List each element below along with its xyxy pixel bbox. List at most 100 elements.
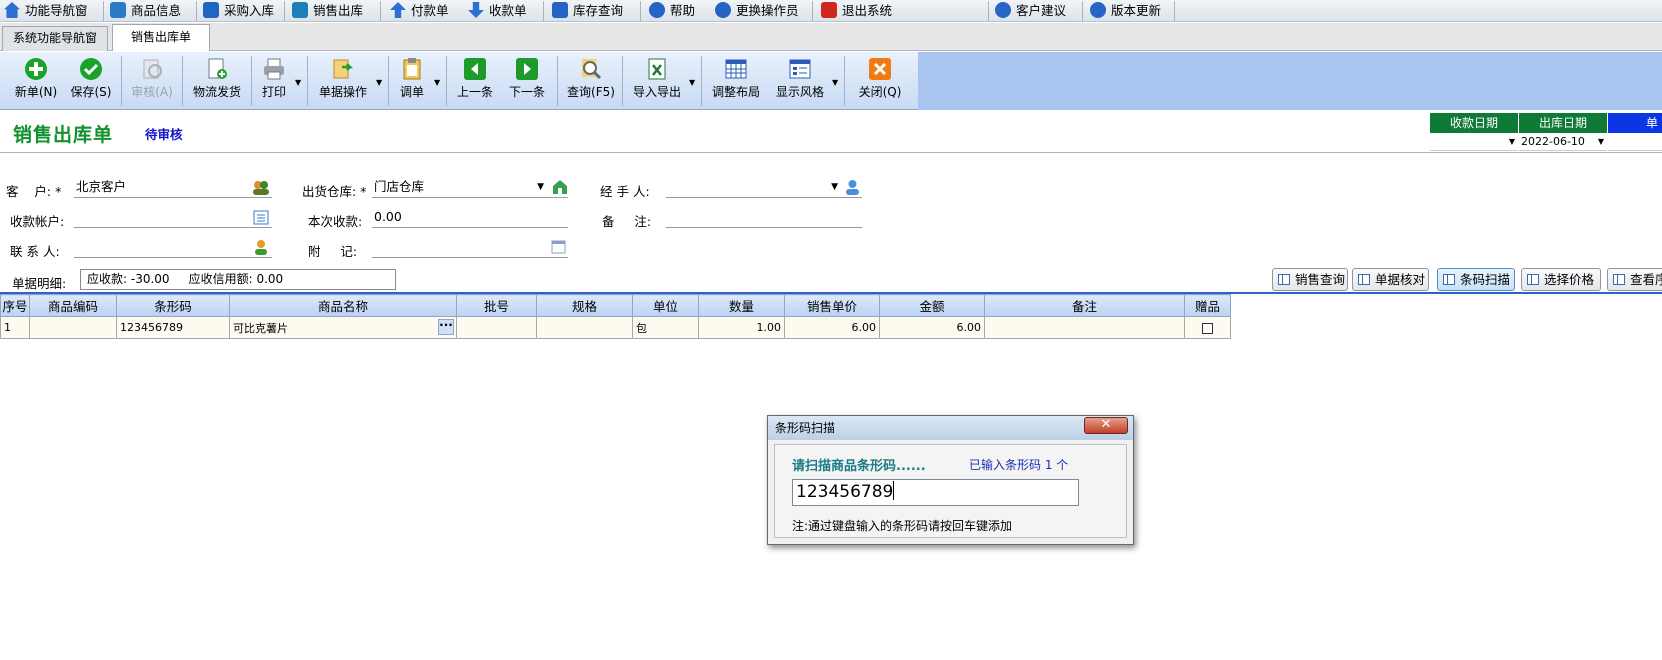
prev-button[interactable]: 上一条 [452, 54, 498, 108]
menu-product-info[interactable]: 商品信息 [110, 0, 181, 22]
cell-qty[interactable]: 1.00 [698, 316, 785, 339]
print-dropdown-arrow[interactable]: ▼ [295, 78, 301, 87]
next-button[interactable]: 下一条 [504, 54, 550, 108]
warehouse-field[interactable]: 门店仓库 ▼ [372, 178, 568, 198]
menu-separator [1082, 1, 1083, 21]
printer-icon [264, 58, 284, 80]
document-ops-button[interactable]: 单据操作 [312, 54, 374, 108]
table-row[interactable]: 1 123456789 可比克薯片 ··· 包 1.00 6.00 6.00 [0, 316, 1231, 339]
menu-suggestion[interactable]: 客户建议 [995, 0, 1066, 22]
scan-count: 已输入条形码 1 个 [969, 458, 1069, 472]
transfer-button[interactable]: 调单 [392, 54, 432, 108]
chevron-down-icon[interactable]: ▼ [537, 178, 544, 196]
barcode-scan-button[interactable]: 条码扫描 [1437, 268, 1515, 291]
remark-field[interactable] [666, 208, 862, 228]
logistics-button[interactable]: 物流发货 [186, 54, 248, 108]
chevron-down-icon[interactable]: ▼ [1509, 133, 1515, 151]
chevron-down-icon[interactable]: ▼ [831, 178, 838, 196]
calendar-icon[interactable] [551, 239, 566, 254]
tab-sales-out[interactable]: 销售出库单 [112, 24, 211, 51]
customer-field[interactable]: 北京客户 [74, 178, 272, 198]
cell-batch[interactable] [456, 316, 537, 339]
save-button[interactable]: 保存(S) [66, 54, 116, 108]
document-ops-dropdown-arrow[interactable]: ▼ [376, 78, 382, 87]
account-field[interactable] [74, 208, 272, 228]
column-header[interactable]: 销售单价 [784, 294, 880, 317]
menu-separator [380, 1, 381, 21]
menu-sales-out[interactable]: 销售出库 [292, 0, 363, 22]
column-header[interactable]: 序号 [0, 294, 30, 317]
layout-button[interactable]: 调整布局 [706, 54, 766, 108]
barcode-input[interactable]: 123456789 [792, 479, 1079, 506]
handler-field[interactable]: ▼ [666, 178, 862, 198]
cell-code[interactable] [29, 316, 117, 339]
column-header[interactable]: 规格 [536, 294, 633, 317]
grid-header-row: 序号 商品编码 条形码 商品名称 批号 规格 单位 数量 销售单价 金额 备注 … [0, 294, 1231, 317]
close-button[interactable]: 关闭(Q) [852, 54, 908, 108]
cell-price[interactable]: 6.00 [784, 316, 880, 339]
column-header[interactable]: 单位 [632, 294, 699, 317]
tab-system-nav[interactable]: 系统功能导航窗 [2, 26, 109, 51]
cell-seq[interactable]: 1 [0, 316, 30, 339]
display-style-dropdown-arrow[interactable]: ▼ [832, 78, 838, 87]
toolbar-separator [182, 56, 183, 106]
out-date-header: 出库日期 [1519, 113, 1607, 133]
cell-name[interactable]: 可比克薯片 ··· [229, 316, 457, 339]
transfer-dropdown-arrow[interactable]: ▼ [434, 78, 440, 87]
chevron-down-icon[interactable]: ▼ [1598, 133, 1604, 151]
note-field[interactable] [372, 238, 568, 258]
excel-icon [648, 58, 666, 80]
customer-lookup-icon[interactable] [252, 180, 270, 196]
menu-payment[interactable]: 付款单 [390, 0, 449, 22]
column-header[interactable]: 备注 [984, 294, 1185, 317]
doc-no-field[interactable] [1608, 133, 1662, 151]
view-serial-button[interactable]: 查看序 [1607, 268, 1662, 291]
contact-field[interactable] [74, 238, 272, 258]
payment-field[interactable]: 0.00 [372, 208, 568, 228]
menu-help[interactable]: 帮助 [649, 0, 695, 22]
receive-date-field[interactable]: ▼ [1430, 133, 1518, 151]
cell-spec[interactable] [536, 316, 633, 339]
import-export-dropdown-arrow[interactable]: ▼ [689, 78, 695, 87]
doc-check-button[interactable]: 单据核对 [1352, 268, 1429, 291]
menu-purchase-in[interactable]: 采购入库 [203, 0, 274, 22]
menu-exit[interactable]: 退出系统 [821, 0, 892, 22]
sales-query-button[interactable]: 销售查询 [1272, 268, 1348, 291]
barcode-scan-dialog: 条形码扫描 ✕ 请扫描商品条形码...... 已输入条形码 1 个 123456… [767, 415, 1134, 545]
dialog-close-button[interactable]: ✕ [1084, 417, 1128, 434]
menu-function-nav[interactable]: 功能导航窗 [4, 0, 88, 22]
new-button[interactable]: 新单(N) [8, 54, 64, 108]
column-header[interactable]: 商品名称 [229, 294, 457, 317]
column-header[interactable]: 赠品 [1184, 294, 1231, 317]
column-header[interactable]: 条形码 [116, 294, 230, 317]
warehouse-icon[interactable] [552, 179, 568, 195]
cell-remark[interactable] [984, 316, 1185, 339]
print-button[interactable]: 打印 [254, 54, 294, 108]
gift-checkbox[interactable] [1202, 322, 1213, 334]
detail-label: 单据明细: [12, 276, 67, 291]
menu-receipt[interactable]: 收款单 [468, 0, 527, 22]
display-style-button[interactable]: 显示风格 [770, 54, 830, 108]
menu-version-update[interactable]: 版本更新 [1090, 0, 1161, 22]
menu-stock-query[interactable]: 库存查询 [552, 0, 623, 22]
suggest-icon [995, 2, 1011, 18]
contact-icon[interactable] [253, 239, 269, 255]
column-header[interactable]: 金额 [879, 294, 985, 317]
cell-amount[interactable]: 6.00 [879, 316, 985, 339]
cell-barcode[interactable]: 123456789 [116, 316, 230, 339]
column-header[interactable]: 批号 [456, 294, 537, 317]
select-price-button[interactable]: 选择价格 [1521, 268, 1601, 291]
audit-button[interactable]: 审核(A) [124, 54, 180, 108]
menu-change-operator[interactable]: 更换操作员 [715, 0, 799, 22]
account-list-icon[interactable] [253, 210, 269, 225]
query-button[interactable]: 查询(F5) [562, 54, 620, 108]
cell-unit[interactable]: 包 [632, 316, 699, 339]
column-header[interactable]: 商品编码 [29, 294, 117, 317]
column-header[interactable]: 数量 [698, 294, 785, 317]
ellipsis-icon[interactable]: ··· [438, 319, 454, 335]
person-icon[interactable] [845, 179, 860, 195]
out-date-field[interactable]: 2022-06-10 ▼ [1519, 133, 1607, 151]
stock-search-icon [552, 2, 568, 18]
import-export-button[interactable]: 导入导出 [626, 54, 688, 108]
cell-gift[interactable] [1184, 316, 1231, 339]
